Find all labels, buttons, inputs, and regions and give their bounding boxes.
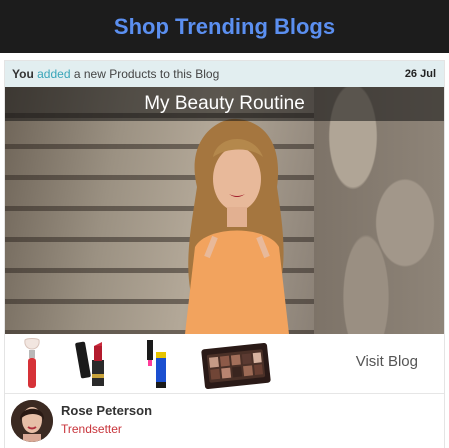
stone-wall-background [314,87,444,334]
author-role-badge: Trendsetter [61,422,122,436]
product-strip: Visit Blog [5,334,444,394]
avatar[interactable] [11,400,53,442]
activity-verb: added [37,67,71,81]
page-title: Shop Trending Blogs [113,13,336,39]
activity-rest: a new Products to this Blog [73,67,220,81]
activity-subject: You [12,67,34,81]
makeup-brush-icon[interactable] [19,338,45,390]
lipstick-icon[interactable] [75,338,109,390]
activity-bar: You added a new Products to this Blog 26… [5,61,444,87]
blog-cover-image[interactable]: My Beauty Routine [5,87,444,334]
blog-title[interactable]: My Beauty Routine [5,87,444,121]
author-name[interactable]: Rose Peterson [61,403,152,418]
model-photo [185,118,289,334]
author-row[interactable]: Rose Peterson Trendsetter [5,395,444,448]
activity-text: You added a new Products to this Blog [12,67,219,81]
activity-date: 26 Jul [404,68,436,80]
eyeshadow-palette-icon[interactable] [201,338,271,390]
visit-blog-link[interactable]: Visit Blog [356,353,418,370]
mascara-icon[interactable] [143,338,173,390]
blog-card[interactable]: You added a new Products to this Blog 26… [4,60,445,448]
avatar-photo [11,400,53,442]
app-header: Shop Trending Blogs [0,0,449,53]
